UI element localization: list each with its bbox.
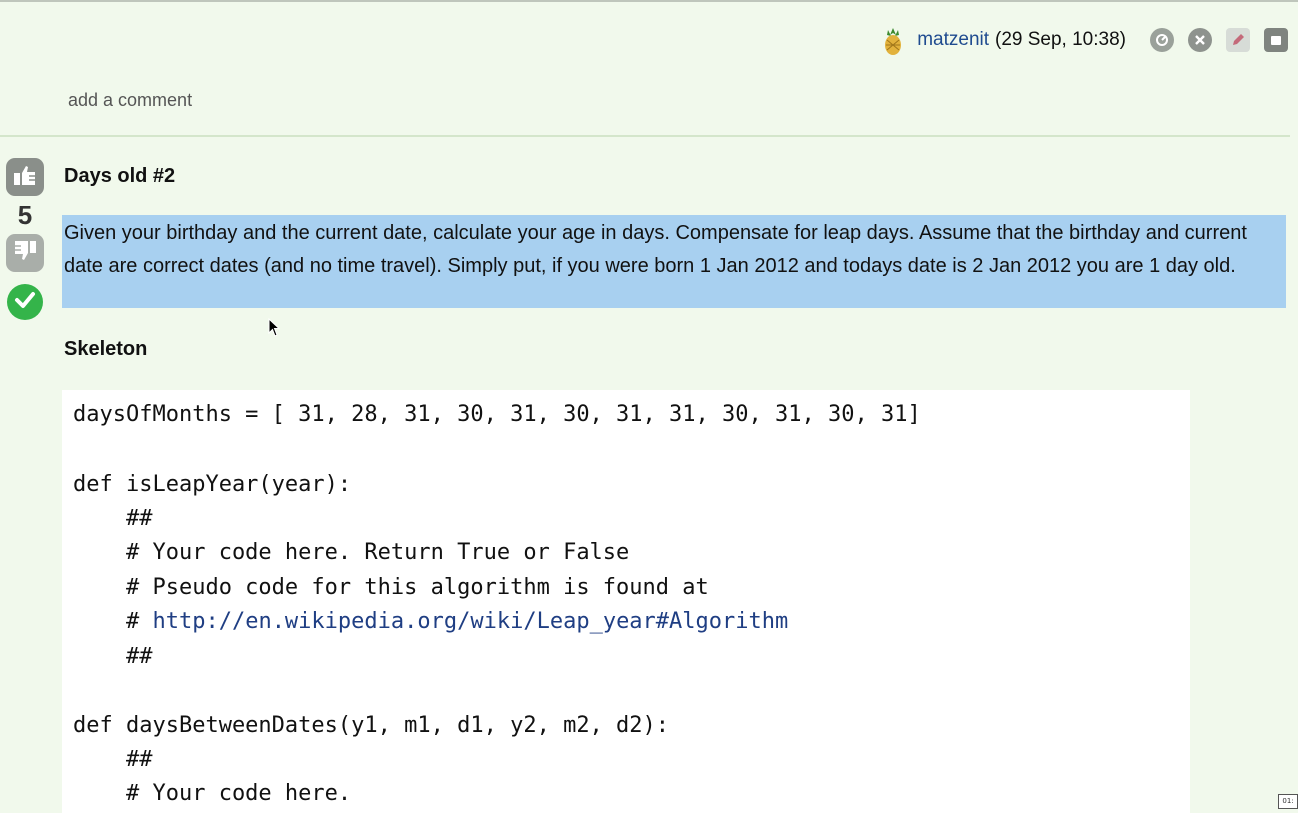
vote-up-button[interactable] xyxy=(6,158,44,196)
thumbs-down-icon xyxy=(12,239,38,268)
accepted-answer-mark[interactable] xyxy=(7,284,43,320)
code-line: # http://en.wikipedia.org/wiki/Leap_year… xyxy=(73,607,788,637)
edit-icon[interactable] xyxy=(1226,28,1250,52)
post-author-info: matzenit (29 Sep, 10:38) xyxy=(879,24,1288,56)
add-comment-link[interactable]: add a comment xyxy=(68,90,192,111)
code-line: def isLeapYear(year): xyxy=(73,472,352,497)
code-line: ## xyxy=(73,644,153,669)
post-title: Days old #2 xyxy=(64,165,176,187)
code-line: def daysBetweenDates(y1, m1, d1, y2, m2,… xyxy=(73,713,670,738)
code-line: # Your code here. Return True or False xyxy=(73,540,630,565)
code-line: # Your code here. xyxy=(73,781,352,806)
question-text-selected: Given your birthday and the current date… xyxy=(62,215,1286,308)
vote-count: 5 xyxy=(17,200,33,230)
code-line: # Pseudo code for this algorithm is foun… xyxy=(73,575,709,600)
mouse-cursor-icon xyxy=(268,317,282,343)
thumbs-up-icon xyxy=(12,163,38,192)
vote-down-button[interactable] xyxy=(6,234,44,272)
retag-icon[interactable] xyxy=(1150,28,1174,52)
post-timestamp: (29 Sep, 10:38) xyxy=(995,29,1126,50)
top-divider xyxy=(0,0,1298,2)
checkmark-icon xyxy=(14,290,36,315)
section-divider xyxy=(0,135,1290,137)
wikipedia-link[interactable]: http://en.wikipedia.org/wiki/Leap_year#A… xyxy=(152,609,788,634)
code-line: daysOfMonths = [ 31, 28, 31, 30, 31, 30,… xyxy=(73,402,921,427)
copy-icon[interactable] xyxy=(1264,28,1288,52)
code-comment-prefix: # xyxy=(73,609,153,634)
video-timestamp-badge: 01: xyxy=(1278,794,1298,809)
author-name-link[interactable]: matzenit xyxy=(917,29,989,51)
vote-column: 5 xyxy=(4,158,46,320)
code-block: daysOfMonths = [ 31, 28, 31, 30, 31, 30,… xyxy=(62,390,1190,813)
code-line: ## xyxy=(73,747,153,772)
pineapple-avatar-icon[interactable] xyxy=(879,26,907,55)
code-line: ## xyxy=(73,506,153,531)
close-icon[interactable] xyxy=(1188,28,1212,52)
skeleton-heading: Skeleton xyxy=(64,338,148,360)
